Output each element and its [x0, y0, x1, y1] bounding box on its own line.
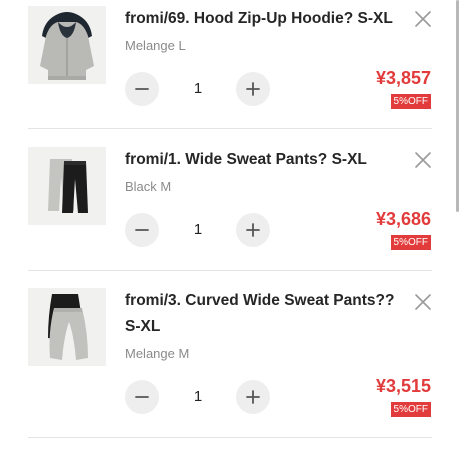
- plus-icon: [246, 82, 260, 96]
- quantity-decrement-button[interactable]: [125, 72, 159, 106]
- product-title[interactable]: fromi/69. Hood Zip-Up Hoodie? S-XL: [125, 6, 400, 32]
- scrollbar-thumb[interactable]: [456, 0, 459, 212]
- cart-item: fromi/3. Curved Wide Sweat Pants?? S-XL …: [0, 271, 460, 438]
- product-image-wide-pants[interactable]: [28, 147, 106, 225]
- product-image-hoodie[interactable]: [28, 6, 106, 84]
- product-title[interactable]: fromi/3. Curved Wide Sweat Pants?? S-XL: [125, 288, 400, 340]
- quantity-increment-button[interactable]: [236, 72, 270, 106]
- minus-icon: [135, 88, 149, 90]
- quantity-decrement-button[interactable]: [125, 213, 159, 247]
- item-divider: [28, 437, 432, 438]
- product-image-curved-pants[interactable]: [28, 288, 106, 366]
- close-icon[interactable]: [414, 10, 432, 28]
- minus-icon: [135, 396, 149, 398]
- minus-icon: [135, 229, 149, 231]
- quantity-value: 1: [193, 80, 203, 97]
- quantity-decrement-button[interactable]: [125, 380, 159, 414]
- product-variant: Black M: [125, 179, 172, 194]
- discount-badge: 5%OFF: [390, 94, 431, 109]
- product-price: ¥3,515: [375, 376, 431, 396]
- cart-item: fromi/69. Hood Zip-Up Hoodie? S-XL Melan…: [0, 0, 460, 129]
- cart-item: fromi/1. Wide Sweat Pants? S-XL Black M …: [0, 129, 460, 271]
- product-price: ¥3,857: [375, 68, 431, 88]
- quantity-increment-button[interactable]: [236, 213, 270, 247]
- product-title[interactable]: fromi/1. Wide Sweat Pants? S-XL: [125, 147, 400, 173]
- plus-icon: [246, 390, 260, 404]
- quantity-value: 1: [193, 221, 203, 238]
- close-icon[interactable]: [414, 151, 432, 169]
- plus-icon: [246, 223, 260, 237]
- quantity-increment-button[interactable]: [236, 380, 270, 414]
- close-icon[interactable]: [414, 293, 432, 311]
- discount-badge: 5%OFF: [390, 402, 431, 417]
- product-variant: Melange M: [125, 346, 190, 361]
- discount-badge: 5%OFF: [390, 235, 431, 250]
- quantity-value: 1: [193, 388, 203, 405]
- product-price: ¥3,686: [375, 209, 431, 229]
- product-variant: Melange L: [125, 38, 186, 53]
- scrollbar[interactable]: [456, 0, 460, 460]
